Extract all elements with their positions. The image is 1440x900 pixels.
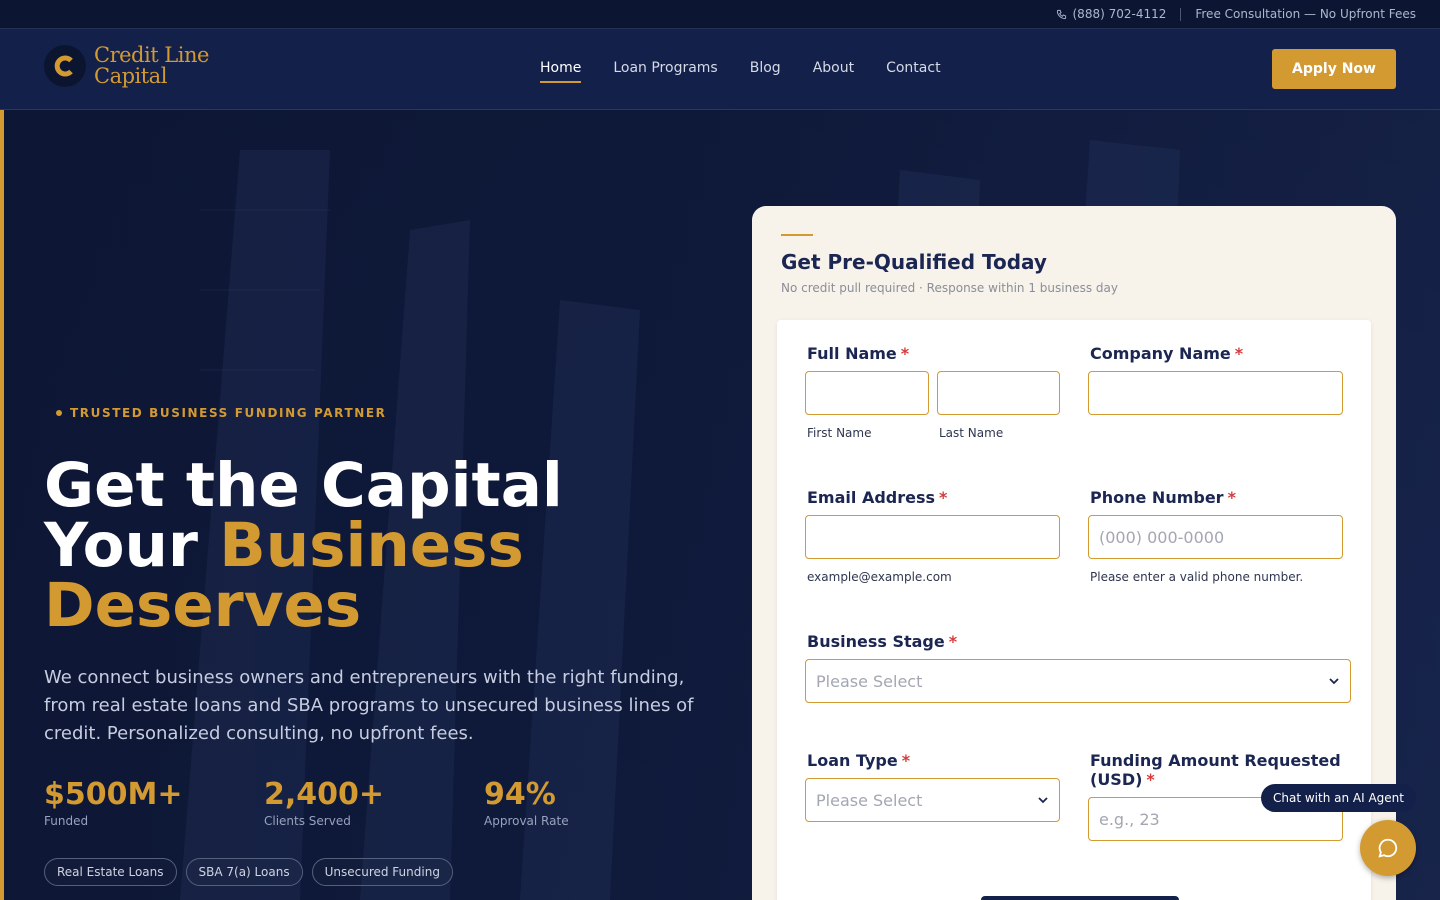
tag-unsecured[interactable]: Unsecured Funding xyxy=(311,858,453,886)
stat-clients: 2,400+ Clients Served xyxy=(264,777,484,829)
prequal-form: Full Name * First Name Last Name Company … xyxy=(777,320,1371,900)
headline-line3-gold: Deserves xyxy=(44,570,362,641)
stat-label: Approval Rate xyxy=(484,814,569,828)
nav-contact[interactable]: Contact xyxy=(886,60,940,83)
form-title-rule xyxy=(781,234,813,236)
phone-label-text: Phone Number xyxy=(1090,488,1224,507)
email-label-text: Email Address xyxy=(807,488,936,507)
stat-funded: $500M+ Funded xyxy=(44,777,264,829)
nav-home[interactable]: Home xyxy=(540,60,582,83)
brand-name: Credit Line Capital xyxy=(94,45,209,87)
business-stage-select[interactable]: Please Select xyxy=(805,659,1351,703)
stat-value: $500M+ xyxy=(44,777,183,812)
phone-help: Please enter a valid phone number. xyxy=(1090,570,1304,584)
nav-blog[interactable]: Blog xyxy=(750,60,781,83)
company-name-label: Company Name * xyxy=(1090,344,1243,363)
stat-label: Funded xyxy=(44,814,89,828)
nav-about[interactable]: About xyxy=(813,60,854,83)
hero-description: We connect business owners and entrepren… xyxy=(44,667,694,744)
email-input[interactable] xyxy=(805,515,1060,559)
chevron-down-icon xyxy=(1329,678,1339,685)
phone-label: Phone Number * xyxy=(1090,488,1236,507)
business-stage-value: Please Select xyxy=(816,671,923,691)
chat-label[interactable]: Chat with an AI Agent xyxy=(1261,784,1416,812)
last-name-help: Last Name xyxy=(939,426,1004,440)
company-name-label-text: Company Name xyxy=(1090,344,1231,363)
chevron-down-icon xyxy=(1038,797,1048,804)
brand-name-line1: Credit Line xyxy=(94,43,209,67)
email-help: example@example.com xyxy=(807,570,952,584)
stat-value: 2,400+ xyxy=(264,777,385,812)
business-stage-label: Business Stage * xyxy=(807,632,957,651)
required-mark: * xyxy=(948,632,958,651)
form-subtitle: No credit pull required · Response withi… xyxy=(781,281,1118,295)
loan-tags: Real Estate Loans SBA 7(a) Loans Unsecur… xyxy=(44,858,453,886)
brand-logo[interactable]: Credit Line Capital xyxy=(44,45,209,87)
required-mark: * xyxy=(1234,344,1244,363)
required-mark: * xyxy=(1227,488,1236,507)
company-name-input[interactable] xyxy=(1088,371,1343,415)
business-stage-label-text: Business Stage xyxy=(807,632,945,651)
submit-button[interactable] xyxy=(981,896,1179,900)
last-name-input[interactable] xyxy=(937,371,1060,415)
chat-launcher-button[interactable] xyxy=(1360,820,1416,876)
phone-number[interactable]: (888) 702-4112 xyxy=(1073,7,1167,21)
topbar-phone[interactable]: (888) 702-4112 xyxy=(1056,7,1167,21)
hero-stats: $500M+ Funded 2,400+ Clients Served 94% … xyxy=(44,777,704,829)
tag-real-estate[interactable]: Real Estate Loans xyxy=(44,858,177,886)
tag-sba[interactable]: SBA 7(a) Loans xyxy=(185,858,303,886)
apply-now-button[interactable]: Apply Now xyxy=(1272,49,1396,89)
loan-type-value: Please Select xyxy=(816,790,923,810)
email-label: Email Address * xyxy=(807,488,947,507)
required-mark: * xyxy=(901,751,911,770)
brand-name-line2: Capital xyxy=(94,64,167,88)
topbar-divider xyxy=(1180,7,1182,21)
eyebrow-text: TRUSTED BUSINESS FUNDING PARTNER xyxy=(70,406,387,420)
stat-label: Clients Served xyxy=(264,814,351,828)
form-title: Get Pre-Qualified Today xyxy=(781,250,1047,274)
logo-mark-icon xyxy=(44,45,86,87)
top-utility-bar: (888) 702-4112 Free Consultation — No Up… xyxy=(0,0,1440,29)
loan-type-label-text: Loan Type xyxy=(807,751,898,770)
required-mark: * xyxy=(900,344,910,363)
stat-approval: 94% Approval Rate xyxy=(484,777,704,829)
full-name-label-text: Full Name xyxy=(807,344,897,363)
loan-type-label: Loan Type * xyxy=(807,751,910,770)
loan-type-select[interactable]: Please Select xyxy=(805,778,1060,822)
hero-accent-bar xyxy=(0,110,4,900)
phone-icon xyxy=(1056,9,1066,19)
first-name-input[interactable] xyxy=(805,371,929,415)
hero-headline: Get the Capital Your Business Deserves xyxy=(44,455,684,636)
topbar-notice: Free Consultation — No Upfront Fees xyxy=(1195,7,1416,21)
stat-value: 94% xyxy=(484,777,556,812)
main-nav: Home Loan Programs Blog About Contact xyxy=(540,60,941,83)
site-header: Credit Line Capital Home Loan Programs B… xyxy=(0,29,1440,110)
required-mark: * xyxy=(1146,770,1155,789)
phone-input[interactable] xyxy=(1088,515,1343,559)
eyebrow-dot-icon xyxy=(56,410,62,416)
full-name-label: Full Name * xyxy=(807,344,909,363)
first-name-help: First Name xyxy=(807,426,872,440)
required-mark: * xyxy=(939,488,948,507)
hero-section: TRUSTED BUSINESS FUNDING PARTNER Get the… xyxy=(0,110,1440,900)
chat-bubble-icon xyxy=(1378,838,1398,858)
nav-loan-programs[interactable]: Loan Programs xyxy=(613,60,717,83)
hero-eyebrow: TRUSTED BUSINESS FUNDING PARTNER xyxy=(56,406,387,420)
